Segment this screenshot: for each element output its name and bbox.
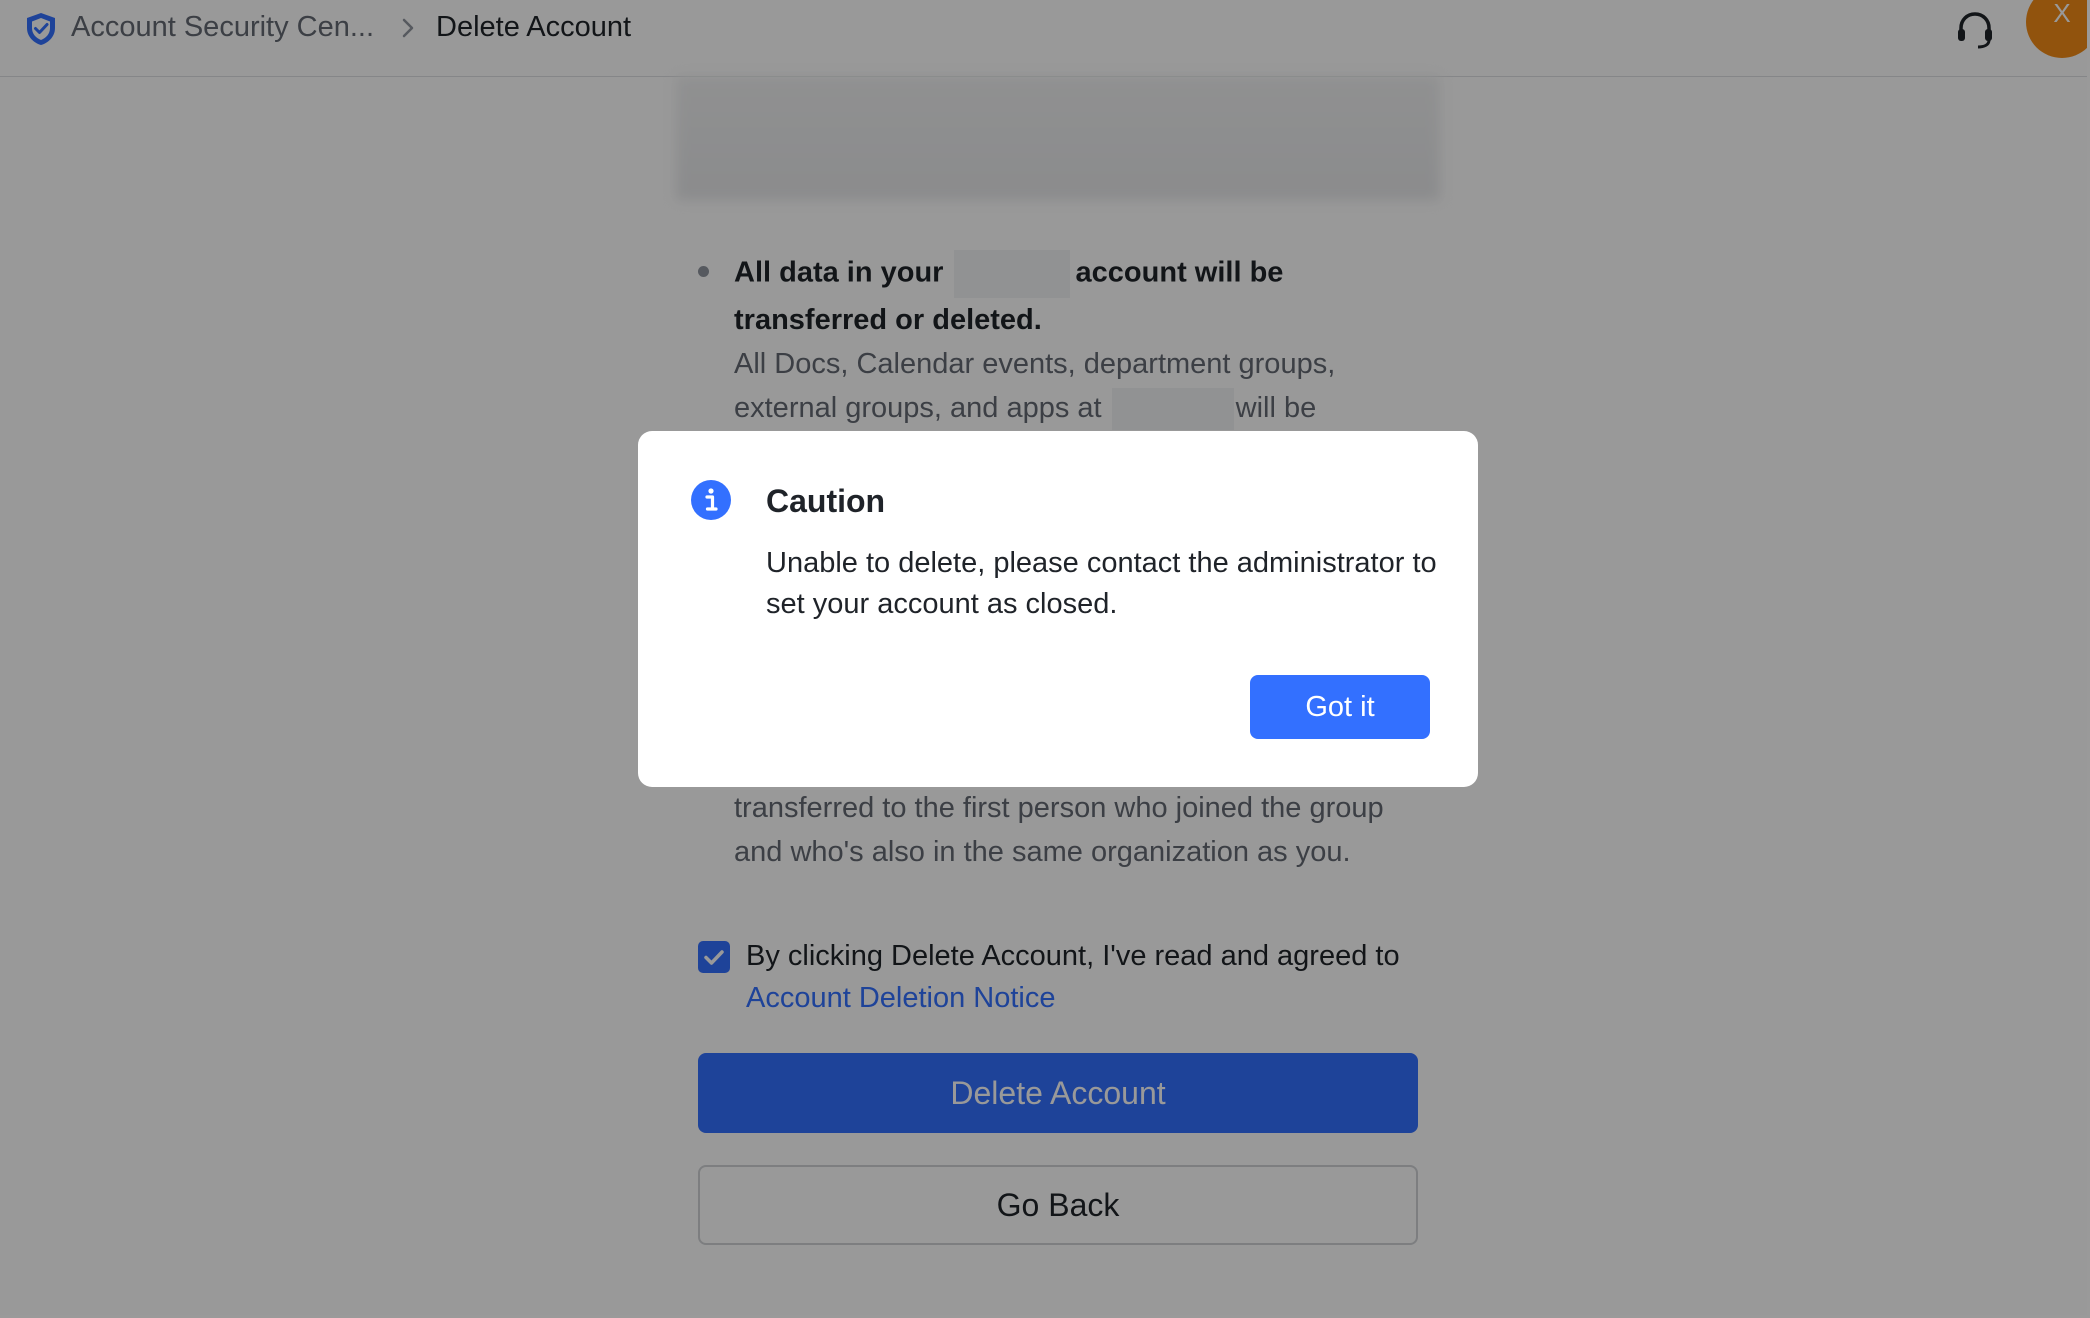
dialog-title: Caution — [766, 483, 886, 519]
info-icon — [691, 480, 731, 520]
caution-dialog: Caution Unable to delete, please contact… — [638, 431, 1478, 787]
got-it-button[interactable]: Got it — [1250, 675, 1430, 739]
dialog-message: Unable to delete, please contact the adm… — [766, 547, 1437, 620]
